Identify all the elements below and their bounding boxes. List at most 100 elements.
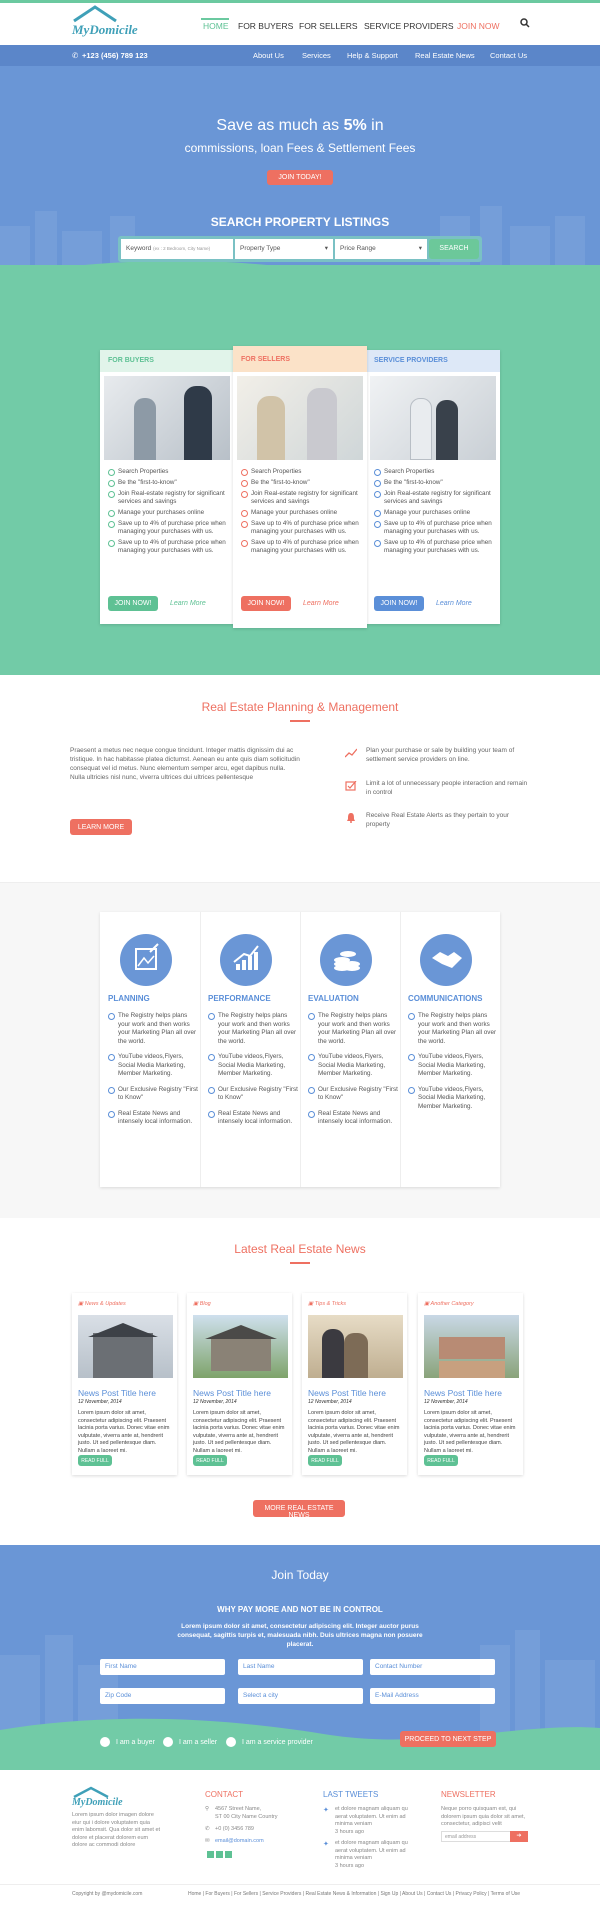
subnav-contact[interactable]: Contact Us bbox=[490, 51, 527, 60]
read-full-button[interactable]: READ FULL bbox=[308, 1455, 342, 1466]
footer-link[interactable]: For Buyers bbox=[205, 1891, 229, 1897]
nav-service-providers[interactable]: SERVICE PROVIDERS bbox=[364, 21, 454, 31]
card-service-providers: SERVICE PROVIDERS Search Properties Be t… bbox=[366, 350, 500, 624]
feature-title: PLANNING bbox=[108, 994, 150, 1003]
subnav-services[interactable]: Services bbox=[302, 51, 331, 60]
nav-join-now[interactable]: JOIN NOW bbox=[457, 21, 500, 31]
list-item: The Registry helps plans your work and t… bbox=[108, 1012, 198, 1046]
footer-link[interactable]: Home bbox=[188, 1891, 201, 1897]
providers-join-button[interactable]: JOIN NOW! bbox=[374, 596, 424, 611]
feature-title: EVALUATION bbox=[308, 994, 359, 1003]
footer-link[interactable]: About Us bbox=[402, 1891, 423, 1897]
news-photo bbox=[424, 1315, 519, 1378]
bell-icon bbox=[347, 813, 355, 823]
category-label[interactable]: ▣ Tips & Tricks bbox=[308, 1301, 346, 1307]
footer-link[interactable]: For Sellers bbox=[234, 1891, 258, 1897]
nav-for-buyers[interactable]: FOR BUYERS bbox=[238, 21, 293, 31]
copyright: Copyright by @mydomicile.com bbox=[72, 1891, 143, 1897]
list-item: Join Real-estate registry for significan… bbox=[241, 490, 359, 506]
read-full-button[interactable]: READ FULL bbox=[193, 1455, 227, 1466]
address-text: 4567 Street Name, ST 00 City Name Country bbox=[215, 1806, 278, 1820]
list-item: Save up to 4% of purchase price when man… bbox=[241, 539, 359, 555]
news-post-title[interactable]: News Post Title here bbox=[78, 1388, 156, 1398]
radio-button[interactable] bbox=[226, 1737, 236, 1747]
category-label[interactable]: ▣ Another Category bbox=[424, 1301, 474, 1307]
sellers-learn-more-link[interactable]: Learn More bbox=[303, 600, 339, 607]
nav-home[interactable]: HOME bbox=[203, 21, 229, 31]
news-post-title[interactable]: News Post Title here bbox=[308, 1388, 386, 1398]
news-photo bbox=[78, 1315, 173, 1378]
subnav-news[interactable]: Real Estate News bbox=[415, 51, 475, 60]
proceed-button[interactable]: PROCEED TO NEXT STEP bbox=[400, 1731, 496, 1747]
planning-title: Real Estate Planning & Management bbox=[201, 700, 399, 714]
providers-learn-more-link[interactable]: Learn More bbox=[436, 600, 472, 607]
learn-more-button[interactable]: LEARN MORE bbox=[70, 819, 132, 835]
footer-link[interactable]: Service Providers bbox=[262, 1891, 301, 1897]
list-item: Our Exclusive Registry "First to Know" bbox=[208, 1086, 298, 1103]
sellers-join-button[interactable]: JOIN NOW! bbox=[241, 596, 291, 611]
radio-button[interactable] bbox=[100, 1737, 110, 1747]
brand-logo[interactable]: MyDomicile bbox=[72, 22, 138, 38]
facebook-icon[interactable] bbox=[207, 1851, 214, 1858]
news-post-title[interactable]: News Post Title here bbox=[193, 1388, 271, 1398]
join-today-button[interactable]: JOIN TODAY! bbox=[267, 170, 333, 185]
linkedin-icon[interactable] bbox=[216, 1851, 223, 1858]
property-type-select[interactable]: Property Type ▾ bbox=[235, 239, 333, 259]
subnav-help[interactable]: Help & Support bbox=[347, 51, 398, 60]
radio-service-provider[interactable]: I am a service provider bbox=[226, 1737, 313, 1747]
card-title: FOR BUYERS bbox=[100, 350, 234, 372]
footer-link[interactable]: Privacy Policy bbox=[456, 1891, 487, 1897]
footer-link[interactable]: Sign Up bbox=[380, 1891, 398, 1897]
newsletter-submit-icon[interactable]: ➔ bbox=[510, 1831, 528, 1842]
chevron-down-icon: ▾ bbox=[418, 245, 422, 252]
news-card: ▣ Another Category News Post Title here … bbox=[418, 1293, 523, 1475]
footer-logo[interactable]: MyDomicile bbox=[72, 1797, 123, 1808]
footer-link[interactable]: Real Estate News & Information bbox=[305, 1891, 376, 1897]
search-button[interactable]: SEARCH bbox=[429, 239, 479, 259]
radio-button[interactable] bbox=[163, 1737, 173, 1747]
list-item: Save up to 4% of purchase price when man… bbox=[108, 520, 226, 536]
email-input[interactable]: E-Mail Address bbox=[370, 1688, 495, 1704]
twitter-icon[interactable] bbox=[225, 1851, 232, 1858]
category-label[interactable]: ▣ News & Updates bbox=[78, 1301, 126, 1307]
news-title: Latest Real Estate News bbox=[234, 1242, 366, 1256]
keyword-input[interactable]: Keyword (ex : 2 Bedroom, City Name) bbox=[121, 239, 233, 259]
buyers-photo bbox=[104, 376, 230, 460]
list-item: Manage your purchases online bbox=[108, 509, 226, 517]
zip-code-input[interactable]: Zip Code bbox=[100, 1688, 225, 1704]
search-icon[interactable] bbox=[520, 18, 530, 28]
more-news-button[interactable]: MORE REAL ESTATE NEWS bbox=[253, 1500, 345, 1519]
buyers-learn-more-link[interactable]: Learn More bbox=[170, 600, 206, 607]
subnav-about[interactable]: About Us bbox=[253, 51, 284, 60]
sellers-benefits: Search Properties Be the "first-to-know"… bbox=[241, 468, 359, 558]
list-item: YouTube videos,Flyers, Social Media Mark… bbox=[408, 1086, 498, 1112]
buyers-join-button[interactable]: JOIN NOW! bbox=[108, 596, 158, 611]
nav-for-sellers[interactable]: FOR SELLERS bbox=[299, 21, 358, 31]
footer-link[interactable]: Terms of Use bbox=[491, 1891, 520, 1897]
read-full-button[interactable]: READ FULL bbox=[424, 1455, 458, 1466]
city-select[interactable]: Select a city bbox=[238, 1688, 363, 1704]
price-range-select[interactable]: Price Range ▾ bbox=[335, 239, 427, 259]
first-name-input[interactable]: First Name bbox=[100, 1659, 225, 1675]
radio-seller[interactable]: I am a seller bbox=[163, 1737, 217, 1747]
planning-point: Plan your purchase or sale by building y… bbox=[366, 747, 515, 763]
list-item: Manage your purchases online bbox=[374, 509, 492, 517]
radio-buyer[interactable]: I am a buyer bbox=[100, 1737, 155, 1747]
footer-email[interactable]: email@domain.com bbox=[215, 1838, 264, 1846]
news-date: 12 November, 2014 bbox=[308, 1399, 352, 1405]
last-name-input[interactable]: Last Name bbox=[238, 1659, 363, 1675]
secondary-bar: ✆ +123 (456) 789 123 About Us Services H… bbox=[0, 45, 600, 66]
news-post-title[interactable]: News Post Title here bbox=[424, 1388, 502, 1398]
footer-link[interactable]: Contact Us bbox=[427, 1891, 452, 1897]
category-label[interactable]: ▣ Blog bbox=[193, 1301, 211, 1307]
footer-divider bbox=[0, 1884, 600, 1885]
tweet-text: et dolore magnam aliquam qu aerat volupt… bbox=[335, 1840, 408, 1869]
join-text: Lorem ipsum dolor sit amet, consectetur … bbox=[177, 1623, 423, 1648]
read-full-button[interactable]: READ FULL bbox=[78, 1455, 112, 1466]
newsletter-email-input[interactable]: email address bbox=[441, 1831, 511, 1842]
news-date: 12 November, 2014 bbox=[78, 1399, 122, 1405]
twitter-bird-icon: ✦ bbox=[323, 1841, 329, 1848]
footer-links: Home | For Buyers | For Sellers | Servic… bbox=[188, 1891, 521, 1897]
footer-about: Lorem ipsum dolor imagen dolore eiur qui… bbox=[72, 1812, 161, 1848]
contact-number-input[interactable]: Contact Number bbox=[370, 1659, 495, 1675]
